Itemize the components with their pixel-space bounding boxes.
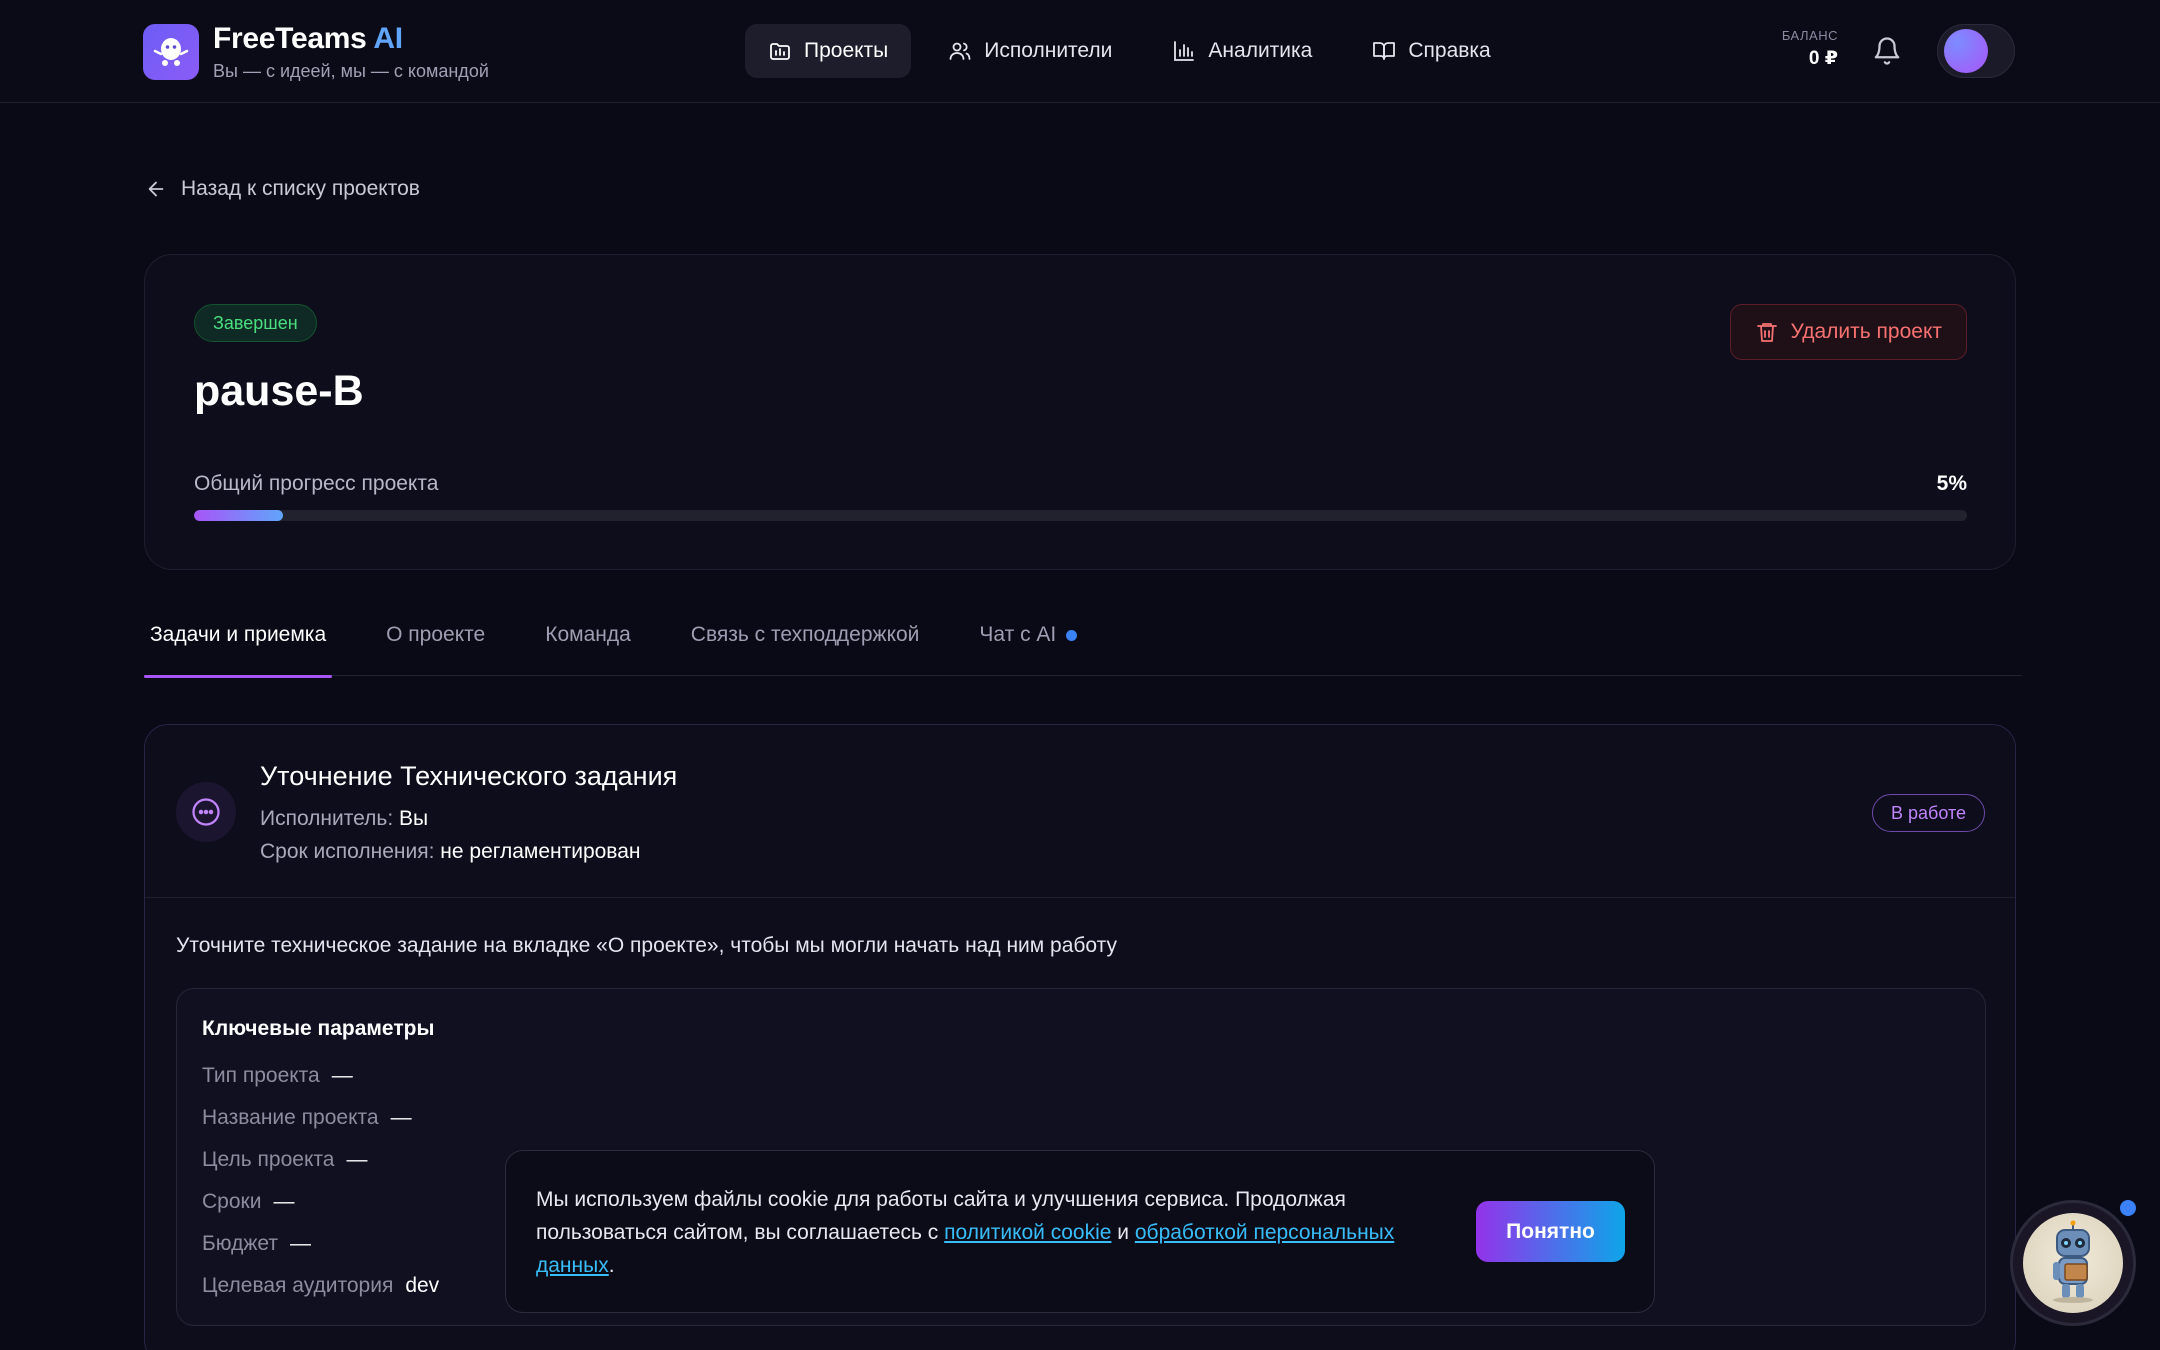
back-to-projects-link[interactable]: Назад к списку проектов — [145, 177, 420, 201]
notification-dot-icon — [2117, 1197, 2139, 1219]
project-title: pause-B — [194, 367, 364, 415]
more-dots-icon — [176, 782, 236, 842]
delete-project-label: Удалить проект — [1790, 320, 1942, 343]
nav-item-projects[interactable]: Проекты — [745, 24, 912, 78]
task-description: Уточните техническое задание на вкладке … — [176, 934, 1118, 957]
param-row: Цель проекта — — [202, 1148, 367, 1172]
brand-name-text: FreeTeams — [213, 22, 367, 55]
divider — [145, 897, 2015, 898]
param-value: — — [331, 1064, 353, 1087]
back-link-label: Назад к списку проектов — [181, 177, 420, 200]
ai-assistant-button[interactable] — [2010, 1200, 2136, 1326]
arrow-left-icon — [148, 181, 164, 197]
tab-tasks[interactable]: Задачи и приемка — [144, 612, 333, 678]
tab-support[interactable]: Связь с техподдержкой — [685, 612, 926, 676]
param-label: Тип проекта — [202, 1064, 320, 1087]
param-value: — — [346, 1148, 368, 1171]
progress-label: Общий прогресс проекта — [194, 472, 439, 495]
nav-label: Аналитика — [1208, 39, 1313, 62]
project-tabs: Задачи и приемка О проекте Команда Связь… — [144, 612, 2022, 678]
nav-label: Справка — [1408, 39, 1491, 62]
deadline-value: не регламентирован — [440, 840, 641, 863]
tab-label: Задачи и приемка — [150, 623, 327, 646]
nav-item-executors[interactable]: Исполнители — [925, 24, 1135, 78]
param-row: Сроки — — [202, 1190, 294, 1214]
balance-label: БАЛАНС — [1781, 28, 1838, 43]
param-row: Целевая аудитория dev — [202, 1274, 439, 1298]
cookie-policy-link[interactable]: политикой cookie — [944, 1221, 1111, 1244]
param-row: Тип проекта — — [202, 1064, 353, 1088]
nav-label: Проекты — [804, 39, 889, 62]
brand-name[interactable]: FreeTeams AI — [213, 22, 403, 56]
nav-item-help[interactable]: Справка — [1349, 24, 1513, 78]
deadline-label: Срок исполнения: — [260, 840, 435, 863]
param-label: Название проекта — [202, 1106, 379, 1129]
accept-cookie-button[interactable]: Понятно — [1476, 1201, 1625, 1262]
param-label: Цель проекта — [202, 1148, 335, 1171]
main-nav: Проекты Исполнители Аналитика Справка — [745, 24, 1514, 78]
chart-icon — [1174, 41, 1195, 61]
balance-value: 0 ₽ — [1808, 48, 1838, 69]
param-row: Бюджет — — [202, 1232, 311, 1256]
brand-ai-text: AI — [373, 22, 403, 55]
nav-label: Исполнители — [984, 39, 1113, 62]
executor-value: Вы — [399, 807, 429, 830]
param-value: dev — [405, 1274, 440, 1297]
cookie-text-part: и — [1111, 1221, 1135, 1244]
tab-about[interactable]: О проекте — [380, 612, 491, 676]
top-header: FreeTeams AI Вы — с идеей, мы — с команд… — [0, 0, 2160, 103]
brand-tagline: Вы — с идеей, мы — с командой — [213, 61, 489, 81]
bell-icon[interactable] — [1872, 36, 1902, 66]
progress-bar-fill — [194, 510, 283, 521]
param-value: — — [273, 1190, 295, 1213]
tab-label: Чат с AI — [979, 623, 1057, 646]
param-label: Сроки — [202, 1190, 262, 1213]
param-label: Бюджет — [202, 1232, 278, 1255]
task-deadline: Срок исполнения: не регламентирован — [260, 840, 641, 864]
project-card: Завершен pause-B Удалить проект Общий пр… — [144, 254, 2016, 570]
tab-label: Команда — [545, 623, 631, 646]
avatar — [1944, 29, 1988, 73]
param-value: — — [289, 1232, 311, 1255]
user-menu-button[interactable] — [1937, 24, 2015, 78]
robot-icon — [2023, 1213, 2123, 1313]
tab-ai-chat[interactable]: Чат с AI — [973, 612, 1083, 676]
cookie-banner: Мы используем файлы cookie для работы са… — [505, 1150, 1655, 1313]
projects-icon — [770, 43, 790, 60]
progress-bar — [194, 510, 1967, 521]
tab-label: Связь с техподдержкой — [690, 623, 920, 646]
progress-value: 5% — [1936, 472, 1967, 495]
cookie-text: Мы используем файлы cookie для работы са… — [536, 1183, 1416, 1282]
cookie-text-part: . — [608, 1254, 615, 1277]
task-executor: Исполнитель: Вы — [260, 807, 428, 831]
trash-icon — [1756, 323, 1777, 342]
task-title: Уточнение Технического задания — [260, 761, 678, 791]
delete-project-button[interactable]: Удалить проект — [1729, 304, 1967, 360]
tab-team[interactable]: Команда — [539, 612, 637, 676]
param-value: — — [390, 1106, 412, 1129]
executor-label: Исполнитель: — [260, 807, 394, 830]
param-row: Название проекта — — [202, 1106, 412, 1130]
unread-dot-icon — [1066, 630, 1078, 641]
param-label: Целевая аудитория — [202, 1274, 394, 1297]
tab-label: О проекте — [386, 623, 486, 646]
nav-item-analytics[interactable]: Аналитика — [1149, 24, 1335, 78]
project-status-badge: Завершен — [194, 304, 317, 342]
book-icon — [1373, 42, 1396, 60]
params-title: Ключевые параметры — [202, 1017, 435, 1040]
logo-icon[interactable] — [143, 24, 199, 80]
task-status-badge: В работе — [1871, 794, 1985, 832]
users-icon — [949, 42, 971, 60]
